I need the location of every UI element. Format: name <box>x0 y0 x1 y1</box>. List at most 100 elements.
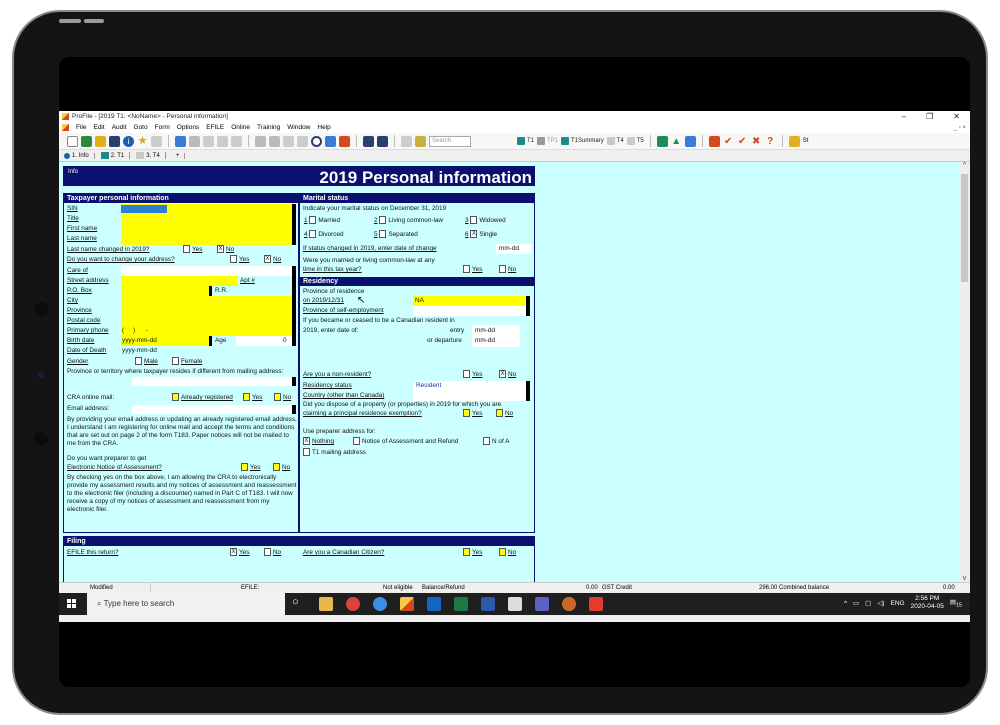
province-self-employment-field[interactable] <box>413 306 526 316</box>
province-reside-field[interactable] <box>132 377 292 386</box>
scroll-up-icon[interactable]: ^ <box>959 162 970 169</box>
online-mail-no-checkbox[interactable] <box>274 393 281 402</box>
info-icon[interactable]: i <box>123 135 134 147</box>
volume-icon[interactable]: ◁) <box>877 599 884 607</box>
marital-option-separated[interactable]: 5 Separated <box>374 230 418 240</box>
preview-icon[interactable] <box>151 135 162 147</box>
print-preview-icon[interactable] <box>377 135 388 147</box>
check-icon[interactable]: ✔ <box>723 136 734 147</box>
zoom-icon[interactable] <box>311 135 322 147</box>
form-button-t5[interactable]: T5 <box>626 137 644 145</box>
clock[interactable]: 2:56 PM 2020-04-05 <box>911 595 944 611</box>
email-address-field[interactable] <box>132 405 292 414</box>
non-resident-no-checkbox[interactable]: X <box>499 370 506 379</box>
scale-icon[interactable] <box>283 135 294 147</box>
file-explorer-icon[interactable] <box>319 597 333 611</box>
marital-option-married[interactable]: 1 Married <box>304 216 340 226</box>
menu-training[interactable]: Training <box>257 124 280 131</box>
province-residence-field[interactable] <box>413 296 526 306</box>
search-input[interactable]: Search <box>429 135 471 147</box>
back-icon[interactable] <box>217 135 228 147</box>
double-check-icon[interactable]: ✔ <box>737 136 748 147</box>
online-mail-yes-checkbox[interactable] <box>243 393 250 402</box>
help-icon[interactable]: ? <box>765 136 776 147</box>
street-address-field[interactable] <box>121 276 237 286</box>
single-checkbox[interactable]: X <box>470 230 478 239</box>
citizen-no-checkbox[interactable] <box>499 548 506 557</box>
menu-options[interactable]: Options <box>177 124 199 131</box>
taskbar-search-input[interactable]: ⌕ Type here to search <box>87 593 285 615</box>
minimize-button[interactable]: – <box>902 112 906 121</box>
language-indicator[interactable]: ENG <box>890 600 904 607</box>
menu-window[interactable]: Window <box>287 124 310 131</box>
chrome-icon[interactable] <box>346 597 360 611</box>
electronic-notice-no-checkbox[interactable] <box>273 463 280 472</box>
open-folder-icon[interactable] <box>95 135 106 147</box>
outlook-icon[interactable] <box>427 597 441 611</box>
preparer-t1-mailing-checkbox[interactable] <box>303 448 310 457</box>
preparer-nothing-checkbox[interactable]: X <box>303 437 310 446</box>
battery-icon[interactable]: ▭ <box>853 599 859 607</box>
efile-yes-checkbox[interactable]: X <box>230 548 237 557</box>
calculator-icon[interactable] <box>189 135 200 147</box>
new-file-icon[interactable] <box>67 135 78 147</box>
residency-status-value[interactable]: Resident <box>416 381 441 391</box>
save-icon[interactable] <box>109 135 120 147</box>
separated-checkbox[interactable] <box>379 230 387 239</box>
last-name-changed-no-checkbox[interactable]: X <box>217 245 224 254</box>
scrollbar-thumb[interactable] <box>961 174 968 282</box>
support-icon[interactable] <box>788 135 800 147</box>
form-button-tp1[interactable]: TP1 <box>537 137 558 145</box>
date-of-death-field[interactable]: yyyy-mm-dd <box>122 346 157 356</box>
electronic-notice-yes-checkbox[interactable] <box>241 463 248 472</box>
primary-phone-field[interactable]: ( ) - <box>122 326 148 336</box>
citizen-yes-checkbox[interactable] <box>463 548 470 557</box>
menu-edit[interactable]: Edit <box>93 124 104 131</box>
link-icon[interactable] <box>401 135 412 147</box>
common-law-checkbox[interactable] <box>379 216 387 225</box>
scroll-down-icon[interactable]: v <box>959 575 970 582</box>
window-icon[interactable] <box>339 135 350 147</box>
app-red-icon[interactable] <box>589 597 603 611</box>
calculator-icon[interactable] <box>508 597 522 611</box>
form-button-t1summary[interactable]: T1Summary <box>561 137 604 145</box>
add-tab-button[interactable]: + <box>172 152 186 159</box>
table-icon[interactable] <box>325 135 336 147</box>
audit-search-icon[interactable] <box>708 135 720 147</box>
notifications-icon[interactable]: ▤15 <box>950 598 962 608</box>
care-of-field[interactable] <box>121 266 292 276</box>
teams-icon[interactable] <box>535 597 549 611</box>
cross-icon[interactable]: ✖ <box>751 136 762 147</box>
network-icon[interactable]: ▢ <box>865 599 871 607</box>
preparer-n-of-a-checkbox[interactable] <box>483 437 490 446</box>
po-box-field[interactable] <box>121 286 209 296</box>
marital-option-divorced[interactable]: 4 Divorced <box>304 230 344 240</box>
tab-info[interactable]: 1. Info <box>64 152 95 159</box>
menu-help[interactable]: Help <box>317 124 330 131</box>
bell-icon[interactable]: ▲ <box>671 136 682 147</box>
departure-date-field[interactable]: mm-dd <box>475 336 495 346</box>
change-address-yes-checkbox[interactable] <box>230 255 237 264</box>
satellite-icon[interactable] <box>684 135 696 147</box>
support-label[interactable]: St <box>803 138 809 144</box>
menu-file[interactable]: File <box>76 124 86 131</box>
menu-online[interactable]: Online <box>231 124 250 131</box>
already-registered-checkbox[interactable] <box>172 393 179 402</box>
copy-icon[interactable] <box>297 135 308 147</box>
word-icon[interactable] <box>481 597 495 611</box>
non-resident-yes-checkbox[interactable] <box>463 370 470 379</box>
gender-female-checkbox[interactable] <box>172 357 179 366</box>
change-address-no-checkbox[interactable]: X <box>264 255 271 264</box>
dispose-no-checkbox[interactable] <box>496 409 503 418</box>
last-name-changed-yes-checkbox[interactable] <box>183 245 190 254</box>
menu-goto[interactable]: Goto <box>134 124 148 131</box>
notes-icon[interactable] <box>415 135 426 147</box>
dispose-yes-checkbox[interactable] <box>463 409 470 418</box>
app-icon[interactable] <box>373 597 387 611</box>
marital-option-single[interactable]: 6 X Single <box>465 230 497 240</box>
married-checkbox[interactable] <box>309 216 317 225</box>
excel-icon[interactable] <box>454 597 468 611</box>
married-yes-checkbox[interactable] <box>463 265 470 274</box>
print-icon[interactable] <box>363 135 374 147</box>
grid-icon[interactable] <box>255 135 266 147</box>
